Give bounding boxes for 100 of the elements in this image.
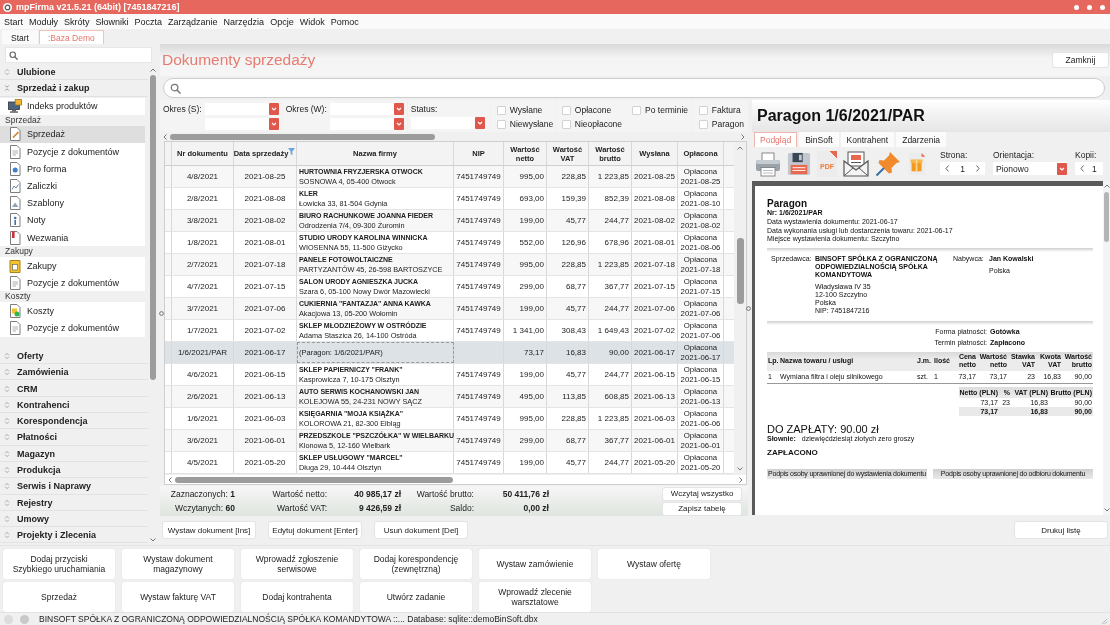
save-button[interactable] <box>787 151 811 177</box>
section-header[interactable]: Płatności <box>0 430 148 446</box>
tab[interactable]: BinSoft <box>799 132 839 147</box>
checkbox-label[interactable]: Faktura <box>711 105 741 115</box>
checkbox-label[interactable]: Wysłane <box>509 105 543 115</box>
scrollbar[interactable] <box>165 474 746 484</box>
orientation-dropdown[interactable]: Pionowo <box>993 162 1067 175</box>
table-cell: 367,77 <box>589 430 632 451</box>
quick-action-button[interactable]: Wystaw dokument magazynowy <box>122 549 234 579</box>
minimize-button[interactable] <box>1074 4 1079 10</box>
chevron-left-icon[interactable] <box>945 165 949 172</box>
scroll-up-icon[interactable] <box>737 146 743 150</box>
checkbox[interactable] <box>698 105 708 115</box>
menu-item[interactable]: Start <box>4 16 23 27</box>
action-button[interactable]: Usuń dokument [Del] <box>375 522 467 538</box>
scroll-left-icon[interactable] <box>168 476 172 483</box>
scroll-right-icon[interactable] <box>741 133 745 140</box>
section-header[interactable]: Zamówienia <box>0 365 148 381</box>
splitter-handle-icon[interactable] <box>159 311 164 316</box>
pushpin-icon <box>875 151 901 177</box>
print-list-button[interactable]: Drukuj listę <box>1015 522 1107 538</box>
menu-item[interactable]: Poczta <box>134 16 163 27</box>
quick-action-button[interactable]: Sprzedaż <box>3 582 115 612</box>
quick-action-button[interactable]: Wystaw fakturę VAT <box>122 582 234 612</box>
quick-action-button[interactable]: Wystaw zamówienie <box>479 549 591 579</box>
search-field[interactable] <box>5 47 152 63</box>
checkbox[interactable] <box>496 119 506 129</box>
quick-action-button[interactable]: Dodaj korespondencję (zewnętrzną) <box>360 549 472 579</box>
chevron-right-icon[interactable] <box>976 165 980 172</box>
tab[interactable]: Start <box>2 30 38 44</box>
scrollbar-thumb[interactable] <box>175 476 453 483</box>
scroll-down-icon[interactable] <box>150 538 156 542</box>
scrollbar-thumb[interactable] <box>150 75 156 380</box>
checkbox-label[interactable]: Niewysłane <box>509 119 554 129</box>
filter-icon[interactable] <box>288 148 295 155</box>
menu-item[interactable]: Narzędzia <box>223 16 265 27</box>
close-button[interactable]: Zamknij <box>1053 53 1108 67</box>
print-button[interactable] <box>755 151 781 177</box>
action-button[interactable]: Edytuj dokument [Enter] <box>269 522 361 538</box>
quick-action-button[interactable]: Wprowadź zgłoszenie serwisowe <box>241 549 353 579</box>
quick-action-button[interactable]: Utwórz zadanie <box>360 582 472 612</box>
quick-action-button[interactable]: Dodaj przyciski Szybkiego uruchamiania <box>3 549 115 579</box>
scrollbar[interactable] <box>734 142 746 474</box>
menu-item[interactable]: Zarządzanie <box>168 16 218 27</box>
menu-item[interactable]: Moduły <box>29 16 59 27</box>
scroll-down-icon[interactable] <box>737 467 743 471</box>
checkbox[interactable] <box>698 119 708 129</box>
section-header[interactable]: Projekty i Zlecenia <box>0 528 148 544</box>
chevron-left-icon[interactable] <box>1080 165 1084 172</box>
scroll-right-icon[interactable] <box>739 476 743 483</box>
scroll-up-icon[interactable] <box>1103 184 1110 188</box>
action-button[interactable]: Wystaw dokument [Ins] <box>163 522 255 538</box>
scrollbar-thumb[interactable] <box>1104 192 1109 242</box>
quick-action-button[interactable]: Wystaw ofertę <box>598 549 710 579</box>
checkbox-label[interactable]: Nieopłacone <box>574 119 623 129</box>
menu-item[interactable]: Pomoc <box>330 16 359 27</box>
date-dropdown[interactable] <box>329 118 404 130</box>
menu-item[interactable]: Skróty <box>64 16 90 27</box>
table-cell: 244,77 <box>589 298 632 319</box>
scroll-left-icon[interactable] <box>163 133 167 140</box>
checkbox[interactable] <box>561 119 571 129</box>
sidebar-item[interactable]: Indeks produktów <box>0 97 145 115</box>
menu-item[interactable]: Słowniki <box>95 16 129 27</box>
copies-spinner[interactable]: 1 <box>1075 162 1103 175</box>
checkbox[interactable] <box>496 105 506 115</box>
tab[interactable]: Zdarzenia <box>896 132 946 147</box>
date-dropdown[interactable] <box>204 103 279 115</box>
menu-item[interactable]: Opcje <box>270 16 294 27</box>
tab[interactable]: Kontrahent <box>840 132 895 147</box>
checkbox[interactable] <box>561 105 571 115</box>
section-header[interactable]: Sprzedaż i zakup <box>0 81 148 97</box>
checkbox[interactable] <box>632 105 642 115</box>
menu-item[interactable]: Widok <box>299 16 325 27</box>
checkbox-label[interactable]: Opłacone <box>574 105 612 115</box>
checkbox-label[interactable]: Po terminie <box>645 105 689 115</box>
table-button[interactable]: Wczytaj wszystko <box>663 487 741 500</box>
maximize-button[interactable] <box>1087 4 1092 10</box>
quick-action-button[interactable]: Dodaj kontrahenta <box>241 582 353 612</box>
scrollbar-thumb[interactable] <box>736 238 744 304</box>
section-header[interactable]: Serwis i Naprawy <box>0 479 148 495</box>
resize-grip-icon[interactable] <box>1101 618 1108 625</box>
checkbox-label[interactable]: Paragon <box>711 119 744 129</box>
section-header[interactable]: Korespondencja <box>0 414 148 430</box>
date-dropdown[interactable] <box>204 118 279 130</box>
scrollbar-thumb[interactable] <box>170 133 435 140</box>
close-button[interactable] <box>1100 4 1105 10</box>
splitter-handle-icon[interactable] <box>746 306 751 311</box>
email-button[interactable] <box>843 151 869 177</box>
scrollbar[interactable] <box>1103 181 1110 515</box>
quick-action-button[interactable]: Wprowadź zlecenie warsztatowe <box>479 582 591 612</box>
status-dropdown[interactable] <box>410 117 485 129</box>
table-button[interactable]: Zapisz tabelę <box>663 502 741 515</box>
sidebar-item[interactable]: Pozycje z dokumentów <box>0 274 145 292</box>
section-header[interactable]: Ulubione <box>0 65 148 81</box>
scroll-down-icon[interactable] <box>1103 508 1110 512</box>
search-field[interactable] <box>163 78 1105 98</box>
page-spinner[interactable]: 1 <box>940 162 985 175</box>
pin-button[interactable] <box>875 151 901 177</box>
scroll-up-icon[interactable] <box>150 68 156 72</box>
date-dropdown[interactable] <box>329 103 404 115</box>
